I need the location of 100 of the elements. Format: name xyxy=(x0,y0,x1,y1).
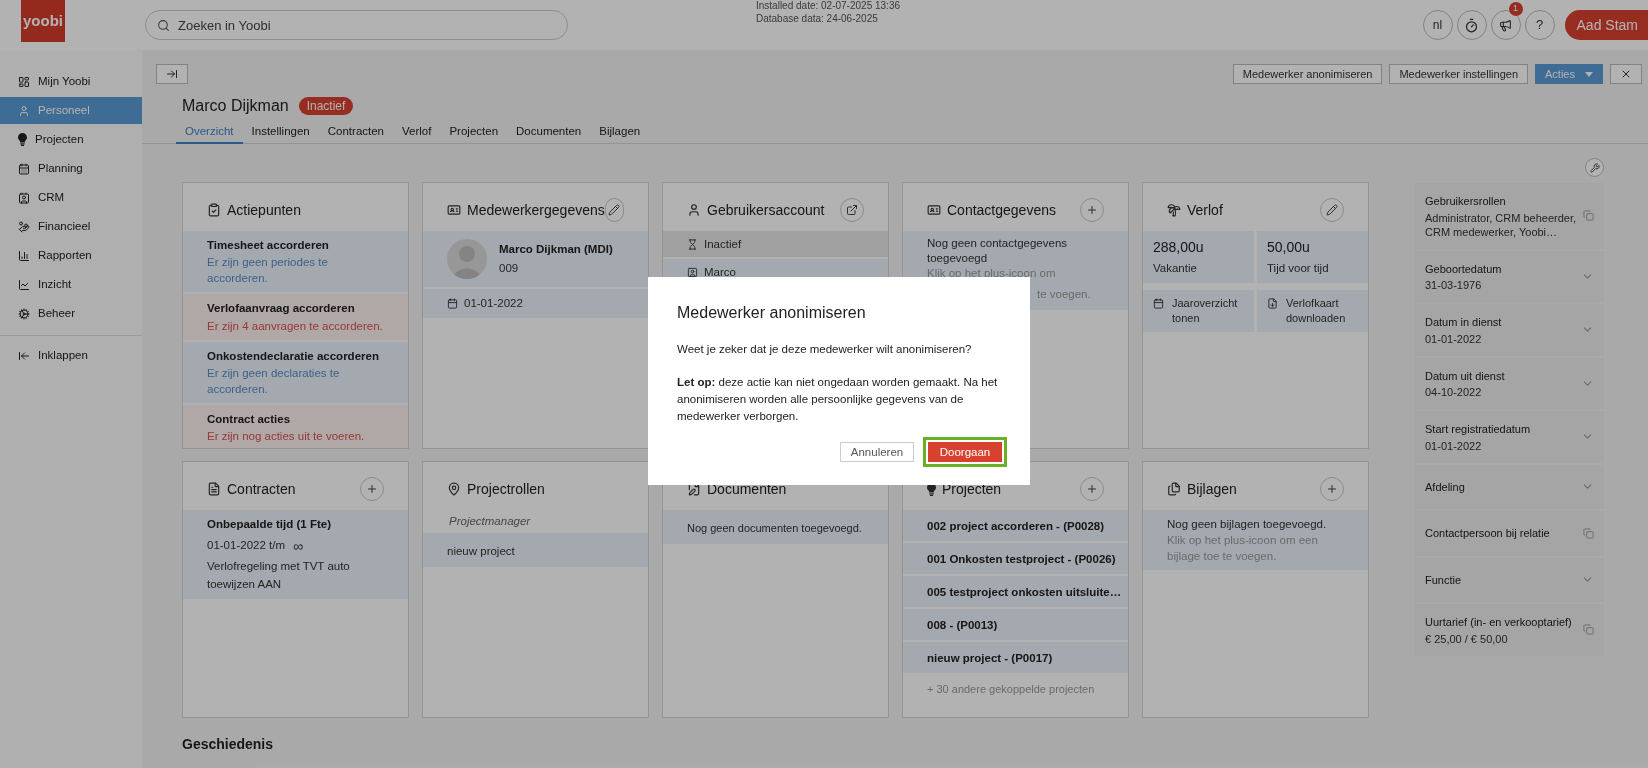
sidebar-item[interactable]: Planning xyxy=(0,155,142,182)
detail-label: Start registratiedatum xyxy=(1425,422,1531,437)
tab[interactable]: Projecten xyxy=(440,123,508,144)
user-button[interactable]: Aad Stam xyxy=(1564,10,1648,40)
tab[interactable]: Instellingen xyxy=(242,123,319,144)
hint-text: Klik op het plus-icoon om een bijlage toe te voegen. xyxy=(1167,533,1319,564)
employee-name: Marco Dijkman xyxy=(182,96,289,116)
sidebar-item[interactable]: Mijn Yoobi xyxy=(0,68,142,95)
detail-label: Gebruikersrollen xyxy=(1425,194,1507,209)
search-field[interactable]: Zoeken in Yoobi xyxy=(145,10,568,40)
detail-row[interactable]: Contactpersoon bij relatie xyxy=(1415,511,1604,558)
detail-row[interactable]: Afdeling xyxy=(1415,464,1604,511)
tab[interactable]: Contracten xyxy=(318,123,394,144)
detail-label: Datum in dienst xyxy=(1425,315,1502,330)
detail-label: Contactpersoon bij relatie xyxy=(1425,526,1550,541)
detail-row[interactable]: Gebruikersrollen Administrator, CRM beheerder, CRM medewerker, Yoobi… xyxy=(1415,183,1604,251)
detail-value: 01-01-2022 xyxy=(1425,438,1483,453)
detail-value: 31-03-1976 xyxy=(1425,278,1483,292)
action-title: Contract acties xyxy=(207,411,292,427)
card-title: Verlof xyxy=(1187,200,1223,220)
detail-row[interactable]: Datum uit dienst 04-10-2022 xyxy=(1415,357,1604,411)
detail-value: 04-10-2022 xyxy=(1425,385,1483,399)
action-title: Verlofaanvraag accorderen xyxy=(207,301,356,317)
detail-label: Geboortedatum xyxy=(1425,261,1502,277)
project-link[interactable]: 002 project accorderen - (P0028) xyxy=(927,520,1105,532)
card-title: Projecten xyxy=(942,479,1002,499)
account-field: Inactief xyxy=(704,236,742,252)
account-field: Marco xyxy=(704,264,736,280)
action-text: Er zijn nog acties uit te voeren. xyxy=(207,429,366,444)
project-link[interactable]: nieuw project - (P0017) xyxy=(927,652,1053,664)
confirm-button[interactable]: Doorgaan xyxy=(923,437,1007,468)
empty-message: Nog geen bijlagen toegevoegd. xyxy=(1167,517,1328,532)
notification-badge: 1 xyxy=(1508,2,1523,16)
cancel-button[interactable]: Annuleren xyxy=(840,442,914,463)
sidebar-item[interactable]: Financieel xyxy=(0,213,142,240)
detail-row[interactable]: Uurtarief (in- en verkooptarief) € 25,00 / € 50,00 xyxy=(1415,604,1604,658)
employee-full-name: Marco Dijkman (MDI) xyxy=(499,241,613,257)
start-date: 01-01-2022 xyxy=(464,296,523,311)
card-title: Documenten xyxy=(707,479,787,499)
balance-value: 288,00u xyxy=(1153,238,1205,257)
balance-label: Tijd voor tijd xyxy=(1267,261,1330,276)
sidebar-item[interactable]: CRM xyxy=(0,184,142,211)
role-project: nieuw project xyxy=(447,545,515,558)
dialog-question: Weet je zeker dat je deze medewerker wilt anonimiseren? xyxy=(677,342,973,357)
leave-link[interactable]: Jaaroverzicht tonen xyxy=(1143,290,1254,333)
dialog-warning: Let op: deze actie kan niet ongedaan worden gemaakt. Na het anonimiseren worden alle persoonlijke gegevens van de medewerker verborgen. xyxy=(677,375,999,425)
detail-label: Functie xyxy=(1425,572,1462,588)
employee-number: 009 xyxy=(499,261,520,276)
empty-message: Nog geen contactgegevens toegevoegd xyxy=(927,236,1069,266)
contract-name: Onbepaalde tijd (1 Fte) xyxy=(207,517,332,532)
action-title: Onkostendeclaratie accorderen xyxy=(207,348,380,364)
header-button[interactable]: Medewerker anonimiseren xyxy=(1232,64,1383,84)
logo: yoobi xyxy=(21,0,65,42)
sidebar-item[interactable]: Projecten xyxy=(0,126,142,153)
tab[interactable]: Verlof xyxy=(393,123,441,144)
detail-row[interactable]: Datum in dienst 01-01-2022 xyxy=(1415,304,1604,358)
header-button[interactable]: Medewerker instellingen xyxy=(1389,64,1529,84)
role-label: Projectmanager xyxy=(448,514,532,529)
action-text: Er zijn 4 aanvragen te accorderen. xyxy=(207,318,384,334)
card-title: Gebruikersaccount xyxy=(707,200,825,220)
project-link[interactable]: 005 testproject onkosten uitsluite… xyxy=(927,586,1122,598)
tab[interactable]: Bijlagen xyxy=(590,123,650,144)
sidebar-item[interactable]: Rapporten xyxy=(0,242,142,269)
balance-label: Vakantie xyxy=(1153,261,1198,276)
card-title: Actiepunten xyxy=(227,200,301,220)
detail-label: Uurtarief (in- en verkooptarief) xyxy=(1425,615,1572,630)
card-title: Bijlagen xyxy=(1187,479,1237,499)
detail-row[interactable]: Functie xyxy=(1415,557,1604,604)
detail-value: 01-01-2022 xyxy=(1425,331,1483,346)
empty-message: Nog geen documenten toegevoegd. xyxy=(687,522,862,534)
action-text: Er zijn geen declaraties te accorderen. xyxy=(207,365,341,397)
collapse-button[interactable]: Inklappen xyxy=(0,342,142,369)
sidebar-item[interactable]: Inzicht xyxy=(0,271,142,298)
project-link[interactable]: 001 Onkosten testproject - (P0026) xyxy=(927,553,1116,565)
detail-row[interactable]: Start registratiedatum 01-01-2022 xyxy=(1415,411,1604,465)
hint-text: te voegen. xyxy=(1037,288,1091,300)
sidebar-item[interactable]: Beheer xyxy=(0,300,142,327)
detail-label: Datum uit dienst xyxy=(1425,368,1505,384)
tab[interactable]: Documenten xyxy=(507,123,591,144)
detail-row[interactable]: Geboortedatum 31-03-1976 xyxy=(1415,250,1604,304)
detail-value: € 25,00 / € 50,00 xyxy=(1425,631,1509,646)
leave-link[interactable]: Verlofkaart downloaden xyxy=(1257,290,1368,333)
contract-description: Verlofregeling met TVT auto toewijzen AAN xyxy=(207,558,351,592)
contract-period: 01-01-2022 t/m xyxy=(207,538,285,554)
status-badge: Inactief xyxy=(298,97,354,115)
card-title: Contactgegevens xyxy=(947,200,1056,220)
dialog-title: Medewerker anonimiseren xyxy=(677,303,867,323)
section-title: Geschiedenis xyxy=(181,735,275,754)
contract-end: ∞ xyxy=(293,538,303,553)
card-title: Medewerkergegevens xyxy=(467,200,605,220)
card-title: Contracten xyxy=(227,479,296,499)
install-info: Database data: 24-06-2025 xyxy=(756,12,879,25)
card-title: Projectrollen xyxy=(467,479,545,499)
action-title: Timesheet accorderen xyxy=(207,238,330,253)
project-link[interactable]: 008 - (P0013) xyxy=(927,619,998,631)
detail-label: Afdeling xyxy=(1425,479,1465,495)
detail-value: Administrator, CRM beheerder, CRM medewerker, Yoobi… xyxy=(1425,210,1577,239)
balance-value: 50,00u xyxy=(1267,238,1311,257)
action-text: Er zijn geen periodes te accorderen. xyxy=(207,255,329,287)
install-info: Installed date: 02-07-2025 13:36 xyxy=(756,0,900,12)
